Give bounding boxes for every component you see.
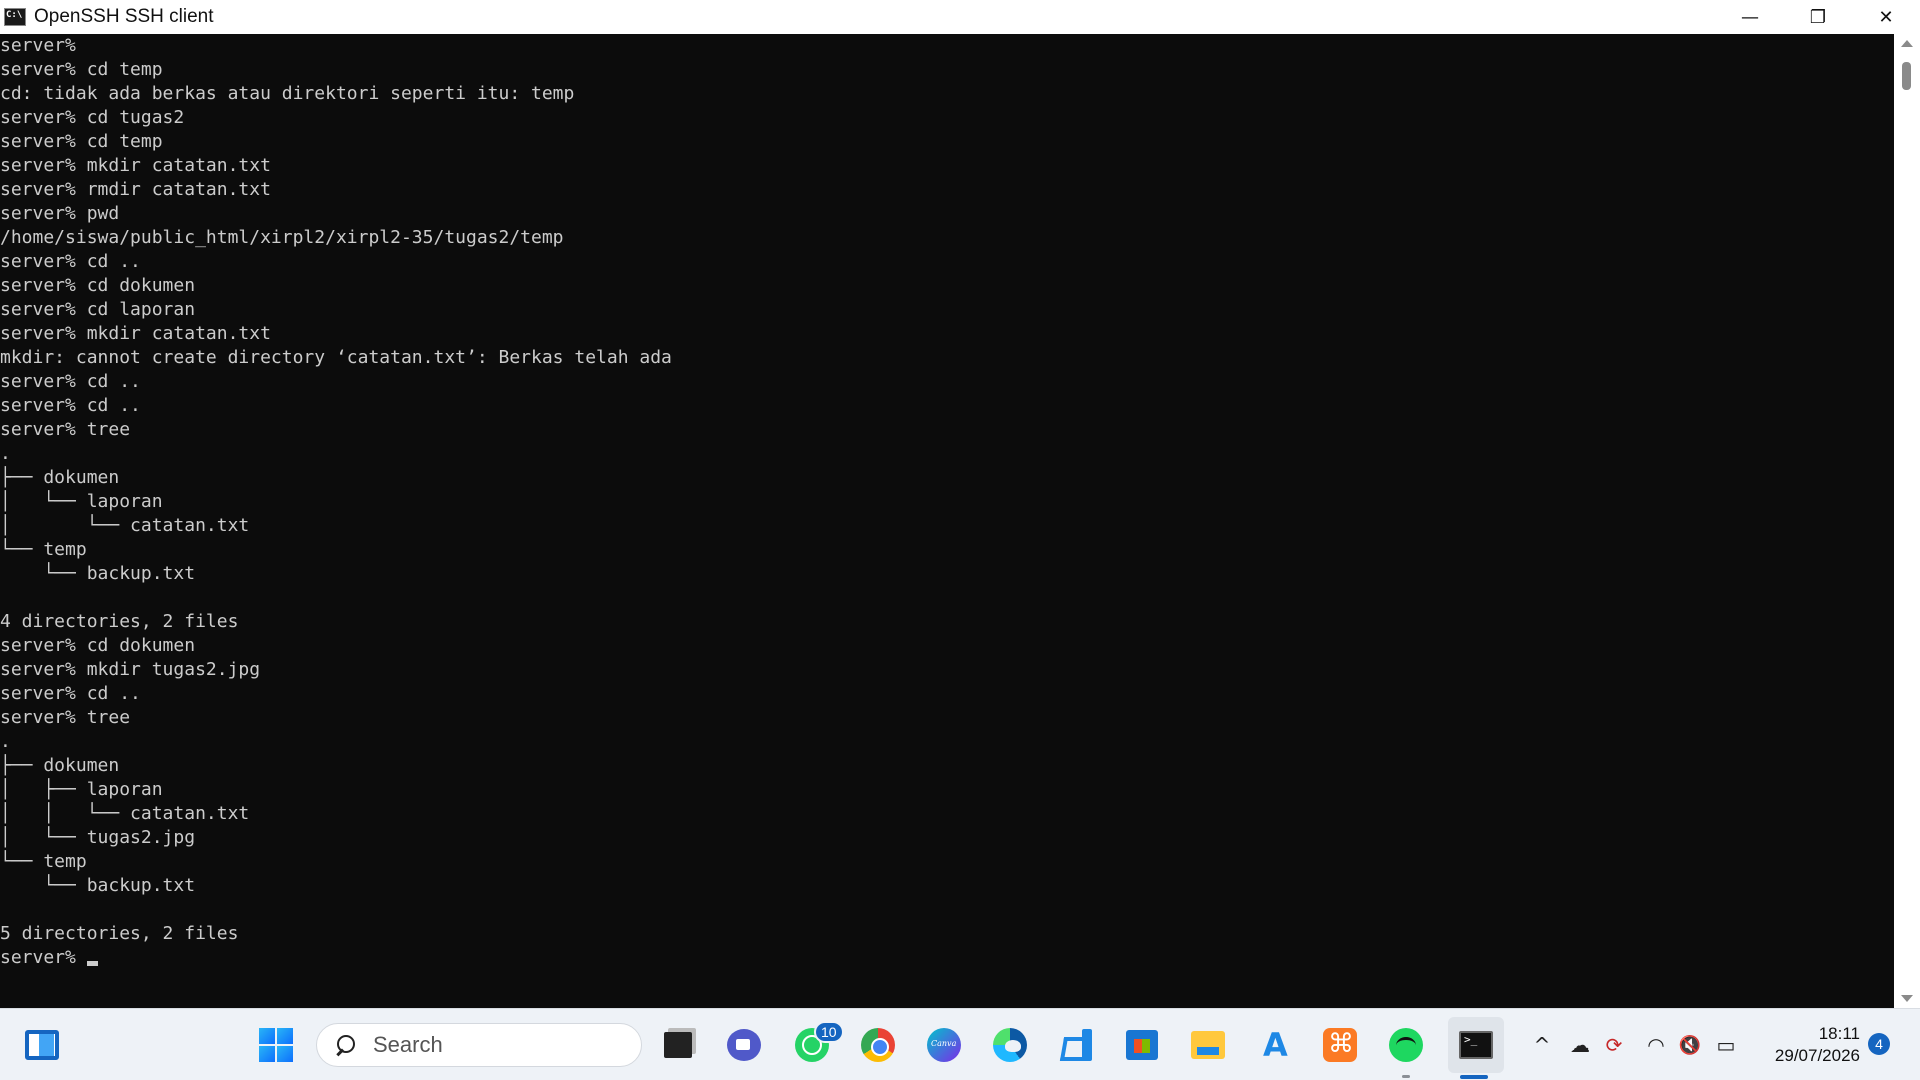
terminal-line: server% cd .. <box>0 683 141 704</box>
terminal-line: └── temp <box>0 539 87 560</box>
window-controls: — ❐ ✕ <box>1716 0 1920 34</box>
canva-icon[interactable] <box>922 1023 966 1067</box>
terminal-line: server% cd dokumen <box>0 275 196 296</box>
terminal-line: server% cd temp <box>0 59 163 80</box>
spotify-running-indicator <box>1402 1075 1410 1078</box>
terminal-line: └── temp <box>0 851 87 872</box>
clock-time: 18:11 <box>1818 1024 1860 1043</box>
volume-muted-icon[interactable]: 🔇 <box>1676 1031 1704 1059</box>
terminal-active-indicator <box>1460 1075 1488 1079</box>
terminal-line: │ └── tugas2.jpg <box>0 827 196 848</box>
terminal-line: . <box>0 443 11 464</box>
terminal-line: server% cd .. <box>0 251 141 272</box>
terminal-line: server% tree <box>0 419 131 440</box>
minimize-button[interactable]: — <box>1716 0 1784 34</box>
spotify-icon[interactable] <box>1384 1023 1428 1067</box>
chrome-icon[interactable] <box>856 1023 900 1067</box>
terminal-line: │ └── catatan.txt <box>0 515 250 536</box>
terminal-icon[interactable] <box>1448 1017 1504 1073</box>
sync-icon[interactable]: ⟳ <box>1600 1031 1628 1059</box>
terminal-output[interactable]: server% server% cd temp cd: tidak ada berk… <box>0 34 1894 1008</box>
battery-icon[interactable]: ▭ <box>1712 1031 1740 1059</box>
terminal-prompt-line[interactable]: server% <box>0 946 1894 970</box>
terminal-line: . <box>0 731 11 752</box>
edge-icon[interactable] <box>988 1023 1032 1067</box>
terminal-prompt: server% <box>0 947 87 968</box>
terminal-line: ├── dokumen <box>0 755 120 776</box>
terminal-line: server% rmdir catatan.txt <box>0 179 271 200</box>
terminal-line: server% mkdir catatan.txt <box>0 155 271 176</box>
whatsapp-badge: 10 <box>814 1021 844 1043</box>
terminal-line: server% cd .. <box>0 371 141 392</box>
search-placeholder: Search <box>373 1032 443 1057</box>
clock-date: 29/07/2026 <box>1774 1046 1860 1065</box>
close-button[interactable]: ✕ <box>1852 0 1920 34</box>
show-hidden-icons-chevron-icon[interactable]: ^ <box>1530 1031 1554 1059</box>
xampp-icon[interactable] <box>1318 1023 1362 1067</box>
text-cursor <box>86 961 98 966</box>
terminal-line: server% <box>0 35 76 56</box>
task-view-icon[interactable] <box>656 1023 700 1067</box>
terminal-line: │ ├── laporan <box>0 779 163 800</box>
scroll-thumb[interactable] <box>1902 62 1911 90</box>
terminal-line: /home/siswa/public_html/xirpl2/xirpl2-35… <box>0 227 564 248</box>
file-explorer-icon[interactable] <box>1186 1023 1230 1067</box>
terminal-line: 5 directories, 2 files <box>0 923 239 944</box>
taskbar-search-box[interactable]: Search <box>316 1023 642 1067</box>
microsoft-store-icon[interactable] <box>1120 1023 1164 1067</box>
terminal-line: ├── dokumen <box>0 467 120 488</box>
terminal-line: server% cd tugas2 <box>0 107 185 128</box>
clock[interactable]: 18:11 29/07/2026 <box>1760 1023 1860 1067</box>
widgets-icon[interactable] <box>20 1023 64 1067</box>
console-app-icon <box>4 8 26 26</box>
terminal-line: server% cd .. <box>0 395 141 416</box>
scroll-down-arrow-icon[interactable] <box>1901 995 1913 1002</box>
wifi-icon[interactable]: ◠ <box>1642 1031 1670 1059</box>
terminal-line: server% cd temp <box>0 131 163 152</box>
terminal-line: 4 directories, 2 files <box>0 611 239 632</box>
search-icon <box>335 1035 355 1055</box>
vertical-scrollbar[interactable] <box>1894 34 1920 1008</box>
terminal-line: cd: tidak ada berkas atau direktori sepe… <box>0 83 575 104</box>
window-title: OpenSSH SSH client <box>34 6 214 27</box>
notification-badge[interactable]: 4 <box>1868 1033 1890 1055</box>
terminal-line: server% mkdir tugas2.jpg <box>0 659 261 680</box>
terminal-line: mkdir: cannot create directory ‘catatan.… <box>0 347 672 368</box>
terminal-line: server% tree <box>0 707 131 728</box>
scroll-up-arrow-icon[interactable] <box>1901 40 1913 47</box>
terminal-line: server% cd laporan <box>0 299 196 320</box>
start-icon[interactable] <box>254 1023 298 1067</box>
vscode-icon[interactable] <box>1054 1023 1098 1067</box>
terminal-line: │ └── laporan <box>0 491 163 512</box>
terminal-line: server% cd dokumen <box>0 635 196 656</box>
onedrive-cloud-icon[interactable]: ☁ <box>1566 1031 1594 1059</box>
terminal-line: server% pwd <box>0 203 120 224</box>
terminal-line: └── backup.txt <box>0 563 196 584</box>
restore-button[interactable]: ❐ <box>1784 0 1852 34</box>
terminal-line: server% mkdir catatan.txt <box>0 323 271 344</box>
taskbar: Search 10 ^ ☁ ⟳ ◠ 🔇 ▭ 18:11 29/07/2026 4 <box>0 1008 1920 1080</box>
terminal-line: └── backup.txt <box>0 875 196 896</box>
meet-icon[interactable] <box>722 1023 766 1067</box>
title-bar: OpenSSH SSH client — ❐ ✕ <box>0 0 1920 34</box>
terminal-line: │ │ └── catatan.txt <box>0 803 250 824</box>
arc-icon[interactable] <box>1252 1023 1296 1067</box>
